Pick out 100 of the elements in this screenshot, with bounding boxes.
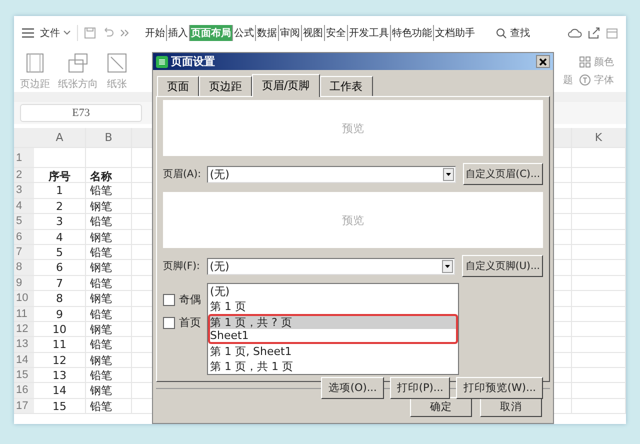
row-number: 2 bbox=[14, 168, 34, 182]
preview-label: 预览 bbox=[342, 120, 364, 136]
row-number: 3 bbox=[14, 183, 34, 198]
table-cell: 钢笔 bbox=[86, 230, 132, 244]
menu-icon[interactable] bbox=[22, 28, 34, 38]
dialog-tab[interactable]: 工作表 bbox=[320, 76, 373, 96]
table-cell: 铅笔 bbox=[86, 368, 132, 382]
orientation-icon bbox=[67, 52, 89, 74]
field-label: 页脚(F): bbox=[163, 260, 201, 273]
dropdown-option[interactable]: 第 1 页, Sheet1 bbox=[208, 344, 458, 359]
checkbox[interactable] bbox=[163, 316, 175, 328]
cancel-button[interactable]: 取消 bbox=[480, 397, 542, 417]
checkbox-label: 奇偶 bbox=[179, 292, 201, 307]
table-cell: 5 bbox=[34, 244, 86, 260]
name-box[interactable]: E73 bbox=[20, 104, 142, 122]
table-cell: 铅笔 bbox=[86, 398, 132, 414]
table-cell: 1 bbox=[34, 183, 86, 198]
table-cell: 钢笔 bbox=[86, 198, 132, 214]
table-cell: 铅笔 bbox=[86, 214, 132, 229]
dialog-tab[interactable]: 页边距 bbox=[199, 76, 252, 96]
table-cell: 名称 bbox=[86, 168, 132, 182]
search-button[interactable]: 查找 bbox=[496, 26, 530, 40]
dropdown-option[interactable]: 第 1 页，共 1 页 bbox=[208, 359, 458, 374]
dropdown-option[interactable]: 第 1 页 bbox=[208, 299, 458, 314]
window-title: 页面设置 bbox=[171, 54, 215, 69]
table-cell: 钢笔 bbox=[86, 322, 132, 336]
table-cell: 铅笔 bbox=[86, 276, 132, 290]
menu-tab[interactable]: 文档助手 bbox=[433, 25, 476, 41]
table-cell: 钢笔 bbox=[86, 383, 132, 398]
table-cell: 序号 bbox=[34, 168, 86, 182]
table-cell: 14 bbox=[34, 383, 86, 398]
menu-tab[interactable]: 开发工具 bbox=[347, 25, 390, 41]
table-cell: 3 bbox=[34, 214, 86, 229]
close-button[interactable] bbox=[536, 55, 550, 68]
menu-tab[interactable]: 特色功能 bbox=[390, 25, 433, 41]
table-cell: 2 bbox=[34, 198, 86, 214]
dialog-tab[interactable]: 页眉/页脚 bbox=[252, 74, 320, 97]
table-cell: 10 bbox=[34, 322, 86, 336]
table-cell: 9 bbox=[34, 306, 86, 321]
table-cell: 钢笔 bbox=[86, 291, 132, 306]
menu-tab[interactable]: 数据 bbox=[255, 25, 278, 41]
row-number: 5 bbox=[14, 214, 34, 229]
table-cell: 铅笔 bbox=[86, 306, 132, 321]
checkbox-label: 首页 bbox=[179, 315, 201, 330]
row-number: 4 bbox=[14, 198, 34, 214]
dropdown-option[interactable]: 第 1 页，共 ? 页 bbox=[208, 314, 458, 329]
row-number: 17 bbox=[14, 398, 34, 414]
dialog-button[interactable]: 打印预览(W)... bbox=[456, 377, 543, 399]
table-cell: 4 bbox=[34, 230, 86, 244]
custom-footer-button[interactable]: 自定义页脚(U)... bbox=[462, 255, 543, 277]
table-cell: 铅笔 bbox=[86, 183, 132, 198]
custom-header-button[interactable]: 自定义页眉(C)... bbox=[462, 163, 543, 185]
header-dropdown[interactable]: (无) bbox=[206, 166, 456, 182]
more-icon[interactable] bbox=[120, 29, 130, 37]
row-number: 6 bbox=[14, 230, 34, 244]
menu-tab[interactable]: 安全 bbox=[324, 25, 347, 41]
checkbox[interactable] bbox=[163, 294, 175, 306]
dialog-tab[interactable]: 页面 bbox=[157, 76, 199, 96]
table-cell: 8 bbox=[34, 291, 86, 306]
column-header[interactable]: K bbox=[572, 128, 626, 147]
table-cell: 15 bbox=[34, 398, 86, 414]
table-cell: 铅笔 bbox=[86, 337, 132, 352]
row-number: 8 bbox=[14, 260, 34, 275]
row-number: 7 bbox=[14, 244, 34, 260]
row-number: 14 bbox=[14, 352, 34, 368]
table-cell: 11 bbox=[34, 337, 86, 352]
share-icon[interactable] bbox=[588, 27, 600, 39]
row-number: 16 bbox=[14, 383, 34, 398]
caret-icon bbox=[63, 30, 71, 36]
row-number: 1 bbox=[14, 148, 34, 167]
dialog-button[interactable]: 选项(O)... bbox=[321, 377, 384, 399]
dropdown-option[interactable]: Sheet1 bbox=[208, 329, 458, 344]
app-logo-icon bbox=[156, 56, 168, 68]
table-cell: 钢笔 bbox=[86, 352, 132, 368]
file-menu[interactable]: 文件 bbox=[40, 26, 71, 40]
table-cell: 6 bbox=[34, 260, 86, 275]
table-cell: 7 bbox=[34, 276, 86, 290]
row-number: 13 bbox=[14, 337, 34, 352]
column-header[interactable]: B bbox=[86, 128, 132, 147]
field-label: 页眉(A): bbox=[163, 168, 202, 181]
dialog-button[interactable]: 打印(P)... bbox=[390, 377, 450, 399]
ok-button[interactable]: 确定 bbox=[410, 397, 472, 417]
page-margin-icon bbox=[24, 52, 46, 74]
column-header[interactable]: A bbox=[34, 128, 86, 147]
menu-tab[interactable]: 开始 bbox=[144, 25, 166, 41]
grid-icon bbox=[579, 56, 591, 68]
row-number: 15 bbox=[14, 368, 34, 382]
table-cell: 铅笔 bbox=[86, 244, 132, 260]
footer-dropdown[interactable]: (无) bbox=[206, 258, 456, 274]
table-cell: 13 bbox=[34, 368, 86, 382]
dropdown-option[interactable]: (无) bbox=[208, 284, 458, 299]
table-cell: 12 bbox=[34, 352, 86, 368]
font-icon bbox=[579, 74, 591, 86]
menu-tab[interactable]: 审阅 bbox=[278, 25, 301, 41]
row-number: 12 bbox=[14, 322, 34, 336]
cloud-icon[interactable] bbox=[568, 28, 582, 38]
menu-tab[interactable]: 公式 bbox=[232, 25, 255, 41]
row-number: 10 bbox=[14, 291, 34, 306]
preview-label: 预览 bbox=[342, 212, 364, 228]
menu-tab[interactable]: 视图 bbox=[301, 25, 324, 41]
